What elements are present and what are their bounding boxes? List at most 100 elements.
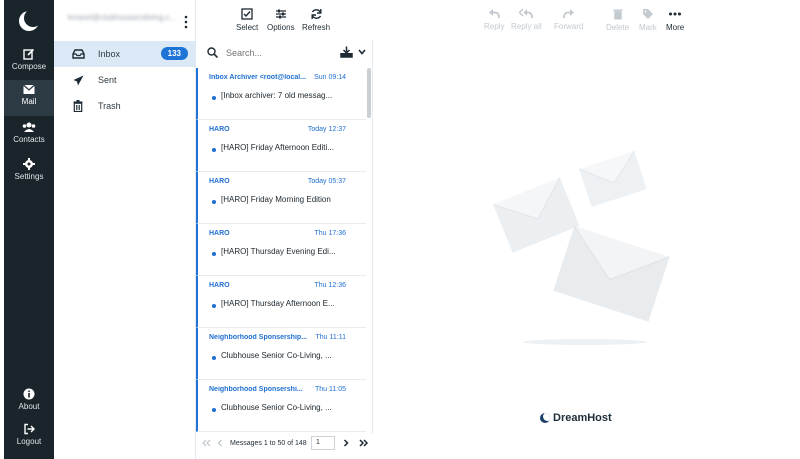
unread-dot (212, 200, 216, 204)
message-row[interactable]: HARO Thu 17:36 [HARO] Thursday Evening E… (196, 224, 366, 276)
unread-dot (212, 356, 216, 360)
logout-icon (24, 423, 35, 435)
page-number-input[interactable]: 1 (311, 436, 335, 450)
pagination-status: Messages 1 to 50 of 148 (230, 440, 307, 447)
account-menu-icon[interactable] (183, 14, 189, 30)
rail-compose-label: Compose (11, 62, 47, 71)
mark-button[interactable]: Mark (639, 8, 657, 32)
dreamhost-moon-icon (540, 413, 550, 423)
reply-icon (489, 9, 501, 19)
trash-icon (613, 9, 623, 20)
forward-label: Forward (554, 22, 584, 31)
folder-inbox[interactable]: Inbox 133 (54, 41, 196, 67)
unread-dot (212, 304, 216, 308)
rail-mail[interactable]: Mail (4, 80, 54, 116)
refresh-button[interactable]: Refresh (302, 8, 330, 32)
folder-sent[interactable]: Sent (54, 67, 196, 93)
mail-icon (23, 84, 35, 94)
message-time: Thu 12:36 (314, 282, 346, 289)
rail-logout[interactable]: Logout (4, 421, 54, 457)
more-button[interactable]: More (666, 8, 684, 32)
brand-name: DreamHost (553, 412, 612, 424)
refresh-label: Refresh (302, 23, 331, 32)
message-subject: Clubhouse Senior Co-Living, ... (221, 351, 332, 360)
unread-dot (212, 148, 216, 152)
reply-button[interactable]: Reply (484, 8, 504, 31)
select-label: Select (236, 23, 259, 32)
unread-dot (212, 96, 216, 100)
message-sender: HARO (209, 178, 230, 185)
message-sender: Neighborhood Sponsership... (209, 334, 307, 341)
message-subject: Clubhouse Senior Co-Living, ... (221, 403, 332, 412)
rail-compose[interactable]: Compose (4, 46, 54, 82)
message-time: Thu 11:05 (314, 386, 346, 393)
first-page-icon[interactable] (202, 439, 211, 447)
forward-icon (562, 9, 574, 19)
message-time: Today 12:37 (307, 126, 346, 133)
message-list-scrollbar[interactable] (367, 68, 371, 118)
select-button[interactable]: Select (236, 8, 258, 32)
reply-label: Reply (484, 22, 505, 31)
account-email: kmarel@clubhousecoliving.c... (68, 13, 177, 22)
last-page-icon[interactable] (359, 439, 368, 447)
message-sender: HARO (209, 282, 230, 289)
rail-about[interactable]: About (4, 386, 54, 422)
rail-mail-label: Mail (21, 97, 37, 106)
tag-icon (642, 9, 653, 19)
delete-button[interactable]: Delete (606, 8, 629, 32)
message-time: Today 05:37 (307, 178, 346, 185)
folder-sent-label: Sent (98, 75, 117, 85)
folder-inbox-label: Inbox (98, 49, 121, 59)
options-button[interactable]: Options (267, 8, 295, 32)
message-subject: [HARO] Friday Afternoon Editi... (221, 143, 334, 152)
message-subject: [HARO] Thursday Afternoon E... (221, 299, 335, 308)
info-icon (23, 388, 35, 400)
message-row[interactable]: Neighborhood Sponsership... Thu 11:11 Cl… (196, 328, 366, 380)
mark-label: Mark (639, 23, 657, 32)
reply-all-icon (519, 8, 534, 19)
rail-settings[interactable]: Settings (4, 156, 54, 192)
folder-pane: kmarel@clubhousecoliving.c... Inbox 133 … (54, 0, 196, 459)
message-row[interactable]: HARO Thu 12:36 [HARO] Thursday Afternoon… (196, 276, 366, 328)
unread-count-badge: 133 (160, 47, 188, 60)
message-row[interactable]: HARO Today 05:37 [HARO] Friday Morning E… (196, 172, 366, 224)
webmail-app: Compose Mail Contacts Settings About Log… (0, 0, 800, 459)
unread-dot (212, 408, 216, 412)
unread-dot (212, 252, 216, 256)
message-row[interactable]: Neighborhood Sponsershi... Thu 11:05 Clu… (196, 380, 366, 432)
message-sender: HARO (209, 230, 230, 237)
message-sender: Inbox Archiver <root@local... (209, 74, 307, 81)
message-row[interactable]: Inbox Archiver <root@local... Sun 09:14 … (196, 68, 366, 120)
message-time: Thu 17:36 (314, 230, 346, 237)
refresh-icon (311, 9, 321, 19)
message-time: Sun 09:14 (314, 74, 346, 81)
message-sender: HARO (209, 126, 230, 133)
more-label: More (666, 23, 685, 32)
contacts-icon (22, 122, 36, 132)
inbox-icon (71, 47, 85, 61)
empty-mail-illustration (493, 150, 670, 345)
message-subject: [HARO] Thursday Evening Edi... (221, 247, 336, 256)
next-page-icon[interactable] (343, 439, 349, 447)
gear-icon (23, 158, 35, 170)
previous-page-icon[interactable] (217, 439, 223, 447)
message-sender: Neighborhood Sponsershi... (209, 386, 303, 393)
rail-about-label: About (18, 402, 40, 411)
message-subject: [Inbox archiver: 7 old messag... (221, 91, 333, 100)
left-rail: Compose Mail Contacts Settings About Log… (4, 0, 54, 459)
rail-contacts-label: Contacts (13, 135, 45, 144)
rail-contacts[interactable]: Contacts (4, 120, 54, 156)
forward-button[interactable]: Forward (554, 8, 583, 31)
reply-all-button[interactable]: Reply all (511, 8, 542, 31)
dreamhost-moon-logo[interactable] (18, 10, 40, 32)
reply-all-label: Reply all (511, 22, 542, 31)
dreamhost-logo: DreamHost (540, 412, 612, 424)
message-subject: [HARO] Friday Morning Edition (221, 195, 331, 204)
pagination: Messages 1 to 50 of 148 1 (196, 434, 373, 454)
message-list: Inbox Archiver <root@local... Sun 09:14 … (196, 68, 366, 432)
folder-trash[interactable]: Trash (54, 93, 196, 119)
options-label: Options (267, 23, 295, 32)
checkbox-icon (241, 8, 253, 20)
ellipsis-icon (669, 12, 682, 16)
message-row[interactable]: HARO Today 12:37 [HARO] Friday Afternoon… (196, 120, 366, 172)
